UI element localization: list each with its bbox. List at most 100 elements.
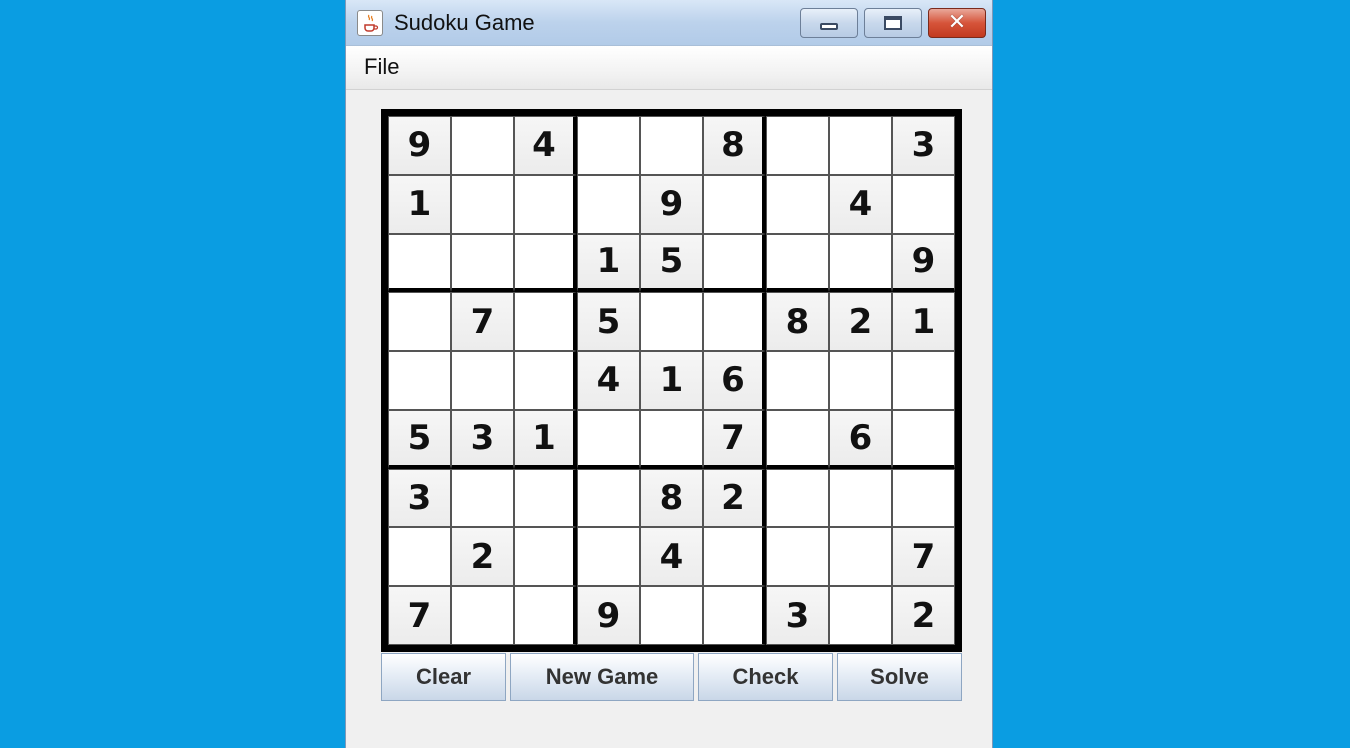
sudoku-cell[interactable]: 4 — [514, 116, 577, 175]
sudoku-cell[interactable] — [514, 292, 577, 352]
sudoku-cell[interactable]: 2 — [892, 586, 955, 645]
sudoku-cell[interactable] — [892, 351, 955, 410]
sudoku-cell[interactable] — [451, 586, 514, 645]
sudoku-cell[interactable]: 1 — [640, 351, 703, 410]
check-button[interactable]: Check — [698, 653, 833, 701]
sudoku-cell[interactable]: 2 — [703, 468, 766, 528]
sudoku-cell[interactable]: 3 — [766, 586, 829, 645]
sudoku-cell[interactable]: 5 — [640, 233, 703, 293]
sudoku-cell[interactable] — [766, 233, 829, 293]
sudoku-cell[interactable]: 2 — [829, 292, 892, 352]
sudoku-cell[interactable] — [892, 409, 955, 469]
sudoku-cell[interactable] — [577, 468, 640, 528]
solve-button[interactable]: Solve — [837, 653, 962, 701]
clear-button[interactable]: Clear — [381, 653, 506, 701]
sudoku-cell[interactable]: 1 — [514, 409, 577, 469]
sudoku-cell[interactable] — [703, 527, 766, 587]
sudoku-cell[interactable]: 8 — [703, 116, 766, 175]
sudoku-cell[interactable]: 9 — [892, 233, 955, 293]
sudoku-cell[interactable]: 6 — [703, 351, 766, 410]
sudoku-cell[interactable] — [514, 174, 577, 234]
sudoku-cell[interactable] — [829, 586, 892, 645]
sudoku-cell[interactable]: 1 — [388, 174, 451, 234]
sudoku-cell[interactable] — [640, 116, 703, 175]
sudoku-cell[interactable] — [703, 292, 766, 352]
close-button[interactable]: ✕ — [928, 8, 986, 38]
sudoku-cell[interactable] — [703, 174, 766, 234]
sudoku-cell[interactable]: 1 — [892, 292, 955, 352]
sudoku-cell[interactable]: 4 — [577, 351, 640, 410]
sudoku-cell[interactable] — [640, 292, 703, 352]
sudoku-cell[interactable]: 3 — [892, 116, 955, 175]
sudoku-cell[interactable]: 6 — [829, 409, 892, 469]
sudoku-cell[interactable] — [577, 116, 640, 175]
sudoku-cell[interactable]: 9 — [640, 174, 703, 234]
sudoku-cell[interactable] — [514, 586, 577, 645]
sudoku-cell[interactable] — [388, 233, 451, 293]
sudoku-cell[interactable] — [451, 233, 514, 293]
sudoku-cell[interactable] — [514, 468, 577, 528]
sudoku-cell[interactable] — [388, 351, 451, 410]
maximize-icon — [884, 16, 902, 30]
app-window: Sudoku Game ✕ File 948319415975821416531… — [345, 0, 993, 748]
button-row: Clear New Game Check Solve — [381, 653, 962, 701]
sudoku-cell[interactable] — [577, 409, 640, 469]
sudoku-cell[interactable]: 8 — [766, 292, 829, 352]
sudoku-cell[interactable] — [766, 527, 829, 587]
sudoku-cell[interactable] — [388, 527, 451, 587]
sudoku-cell[interactable]: 7 — [892, 527, 955, 587]
sudoku-cell[interactable] — [577, 174, 640, 234]
window-title: Sudoku Game — [394, 10, 535, 35]
java-cup-icon[interactable] — [357, 10, 383, 36]
sudoku-cell[interactable]: 4 — [640, 527, 703, 587]
sudoku-cell[interactable] — [766, 174, 829, 234]
sudoku-cell[interactable]: 4 — [829, 174, 892, 234]
minimize-button[interactable] — [800, 8, 858, 38]
sudoku-cell[interactable] — [451, 116, 514, 175]
sudoku-cell[interactable] — [514, 351, 577, 410]
sudoku-cell[interactable] — [829, 351, 892, 410]
menu-file[interactable]: File — [362, 54, 401, 80]
sudoku-cell[interactable]: 9 — [388, 116, 451, 175]
sudoku-cell[interactable] — [640, 409, 703, 469]
sudoku-cell[interactable] — [451, 174, 514, 234]
sudoku-cell[interactable] — [451, 468, 514, 528]
sudoku-cell[interactable]: 3 — [388, 468, 451, 528]
sudoku-cell[interactable]: 7 — [388, 586, 451, 645]
sudoku-cell[interactable] — [388, 292, 451, 352]
sudoku-cell[interactable]: 8 — [640, 468, 703, 528]
sudoku-cell[interactable] — [829, 527, 892, 587]
sudoku-cell[interactable] — [514, 233, 577, 293]
sudoku-cell[interactable] — [703, 233, 766, 293]
sudoku-cell[interactable] — [766, 116, 829, 175]
sudoku-cell[interactable]: 3 — [451, 409, 514, 469]
close-icon: ✕ — [947, 10, 967, 35]
sudoku-cell[interactable]: 2 — [451, 527, 514, 587]
sudoku-cell[interactable] — [892, 468, 955, 528]
menu-bar: File — [346, 46, 992, 90]
maximize-button[interactable] — [864, 8, 922, 38]
sudoku-cell[interactable] — [577, 527, 640, 587]
sudoku-cell[interactable] — [703, 586, 766, 645]
sudoku-cell[interactable] — [829, 233, 892, 293]
sudoku-cell[interactable]: 5 — [577, 292, 640, 352]
window-controls: ✕ — [794, 8, 986, 38]
sudoku-cell[interactable] — [766, 351, 829, 410]
sudoku-cell[interactable] — [451, 351, 514, 410]
sudoku-cell[interactable]: 7 — [703, 409, 766, 469]
sudoku-cell[interactable]: 5 — [388, 409, 451, 469]
title-bar[interactable]: Sudoku Game ✕ — [346, 0, 992, 46]
sudoku-cell[interactable] — [829, 468, 892, 528]
sudoku-cell[interactable]: 9 — [577, 586, 640, 645]
sudoku-cell[interactable] — [640, 586, 703, 645]
sudoku-cell[interactable] — [514, 527, 577, 587]
sudoku-cell[interactable]: 7 — [451, 292, 514, 352]
sudoku-cell[interactable] — [766, 409, 829, 469]
new-game-button[interactable]: New Game — [510, 653, 694, 701]
sudoku-cell[interactable]: 1 — [577, 233, 640, 293]
minimize-icon — [820, 22, 838, 30]
sudoku-cell[interactable] — [766, 468, 829, 528]
sudoku-cell[interactable] — [829, 116, 892, 175]
sudoku-grid: 948319415975821416531763822477932 — [388, 116, 955, 645]
sudoku-cell[interactable] — [892, 174, 955, 234]
